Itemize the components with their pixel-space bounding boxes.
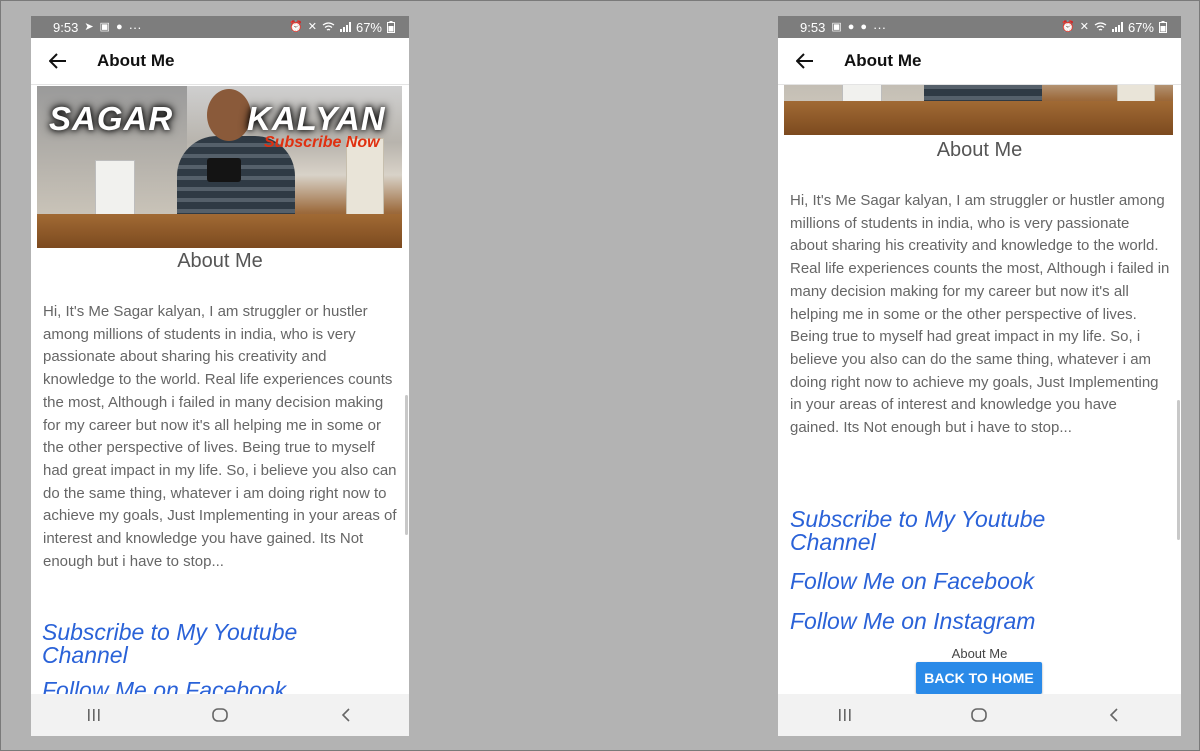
about-heading: About Me xyxy=(177,250,263,272)
scroll-content[interactable]: SAGAR KALYAN Subscribe Now About Me Hi, … xyxy=(31,85,409,694)
chat-icon: ● xyxy=(115,20,123,33)
page-title: About Me xyxy=(97,51,175,70)
alarm-icon: ⏰ xyxy=(1061,20,1075,33)
chat-icon-2: ● xyxy=(860,20,868,33)
battery-icon xyxy=(1159,21,1167,33)
footer-label: About Me xyxy=(951,646,1008,661)
scroll-content[interactable]: About Me Hi, It's Me Sagar kalyan, I am … xyxy=(778,85,1181,694)
scrollbar[interactable] xyxy=(1177,400,1180,540)
alarm-icon: ⏰ xyxy=(289,20,303,33)
page-title: About Me xyxy=(844,51,922,70)
about-paragraph: Hi, It's Me Sagar kalyan, I am struggler… xyxy=(43,303,397,570)
battery-percent: 67% xyxy=(355,19,382,35)
status-time: 9:53 xyxy=(53,19,79,35)
phone-screen-left: 9:53 ➤ ▣ ● ··· ⏰ ✕ 67% About Me SAGAR KA… xyxy=(31,16,409,736)
mute-icon: ✕ xyxy=(1079,20,1089,33)
home-icon xyxy=(212,708,228,722)
back-nav-button[interactable] xyxy=(326,700,366,730)
banner-image xyxy=(784,85,1173,135)
banner-last-name: KALYAN xyxy=(247,100,386,137)
about-heading: About Me xyxy=(936,139,1023,161)
instagram-link[interactable]: Follow Me on Instagram xyxy=(790,610,1120,633)
recents-icon xyxy=(839,709,851,721)
gallery-icon: ▣ xyxy=(831,20,842,33)
back-nav-icon xyxy=(341,708,350,722)
app-bar: About Me xyxy=(31,38,409,85)
signal-icon xyxy=(1111,22,1123,32)
status-bar: 9:53 ➤ ▣ ● ··· ⏰ ✕ 67% xyxy=(31,16,409,38)
back-arrow-icon xyxy=(796,53,813,69)
home-button[interactable] xyxy=(200,700,240,730)
facebook-link[interactable]: Follow Me on Facebook xyxy=(42,679,372,695)
banner-tagline: Subscribe Now xyxy=(264,134,380,151)
app-bar: About Me xyxy=(778,38,1181,85)
chat-icon: ● xyxy=(847,20,855,33)
back-to-home-button[interactable]: BACK TO HOME xyxy=(916,662,1042,694)
system-nav-bar xyxy=(31,694,409,736)
youtube-link[interactable]: Subscribe to My Youtube Channel xyxy=(42,621,372,667)
battery-percent: 67% xyxy=(1127,19,1154,35)
youtube-link[interactable]: Subscribe to My Youtube Channel xyxy=(790,508,1120,554)
back-arrow-icon xyxy=(49,53,66,69)
home-icon xyxy=(971,708,988,722)
scrollbar[interactable] xyxy=(405,395,408,535)
back-button[interactable] xyxy=(780,38,830,85)
signal-icon xyxy=(339,22,351,32)
back-button[interactable] xyxy=(33,38,83,85)
banner-image: SAGAR KALYAN Subscribe Now xyxy=(37,86,402,248)
wifi-icon xyxy=(322,22,335,31)
recents-icon xyxy=(88,709,100,721)
status-time: 9:53 xyxy=(800,19,826,35)
home-button[interactable] xyxy=(959,700,999,730)
system-nav-bar xyxy=(778,694,1181,736)
back-nav-icon xyxy=(1109,708,1118,722)
status-bar: 9:53 ▣ ● ● ··· ⏰ ✕ 67% xyxy=(778,16,1181,38)
facebook-link[interactable]: Follow Me on Facebook xyxy=(790,570,1120,593)
about-paragraph: Hi, It's Me Sagar kalyan, I am struggler… xyxy=(790,192,1170,437)
battery-icon xyxy=(387,21,395,33)
recents-button[interactable] xyxy=(74,700,114,730)
more-notifications-icon: ··· xyxy=(128,19,142,35)
wifi-icon xyxy=(1094,22,1107,31)
gallery-icon: ▣ xyxy=(99,20,110,33)
mute-icon: ✕ xyxy=(307,20,317,33)
more-notifications-icon: ··· xyxy=(873,19,887,35)
recents-button[interactable] xyxy=(825,700,865,730)
back-nav-button[interactable] xyxy=(1094,700,1134,730)
banner-first-name: SAGAR xyxy=(49,100,174,137)
phone-screen-right: 9:53 ▣ ● ● ··· ⏰ ✕ 67% About Me About Me… xyxy=(778,16,1181,736)
telegram-icon: ➤ xyxy=(84,20,94,33)
